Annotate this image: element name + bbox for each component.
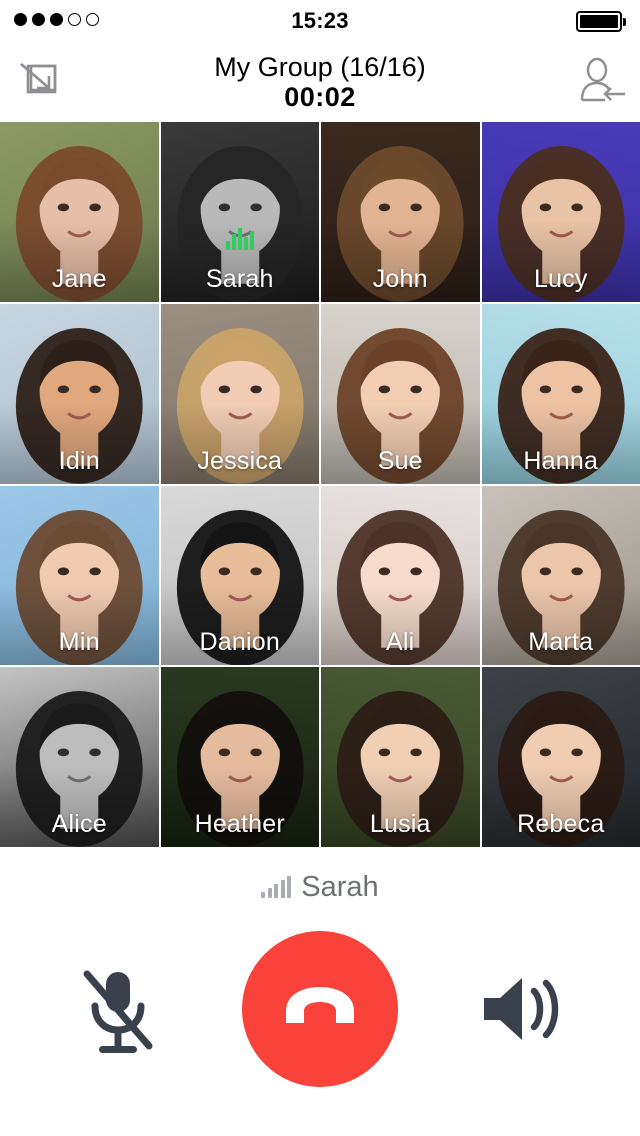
active-speaker-indicator: Sarah <box>0 847 640 909</box>
speaker-on-icon <box>484 978 559 1040</box>
participant-tile[interactable]: Lusia <box>321 667 480 847</box>
participant-name: Lucy <box>533 264 588 293</box>
participant-tile[interactable]: Idin <box>0 303 159 484</box>
participant-name: Marta <box>528 628 594 657</box>
participant-name: Danion <box>199 628 280 657</box>
participant-name: Heather <box>194 810 285 838</box>
participant-tile[interactable]: Marta <box>481 485 640 666</box>
end-call-button[interactable] <box>242 931 398 1087</box>
participant-tile[interactable]: Heather <box>160 667 319 847</box>
group-name: My Group (16/16) <box>214 51 426 82</box>
call-controls-bar: Sarah <box>0 847 640 1136</box>
call-duration: 00:02 <box>284 82 356 112</box>
participant-name: Sue <box>377 446 423 475</box>
participant-tile[interactable]: Sarah <box>160 122 319 302</box>
active-speaker-name: Sarah <box>301 870 379 903</box>
hang-up-icon <box>286 987 354 1023</box>
speaker-button[interactable] <box>462 949 582 1069</box>
add-participant-button[interactable] <box>570 51 632 113</box>
participant-tile[interactable]: Sue <box>321 303 480 484</box>
participant-name: Hanna <box>523 446 599 475</box>
participant-name: Idin <box>58 446 100 475</box>
participant-tile[interactable]: John <box>321 122 480 302</box>
participant-tile[interactable]: Lucy <box>481 122 640 302</box>
battery-icon <box>575 11 626 32</box>
participant-name: Alice <box>51 810 107 838</box>
participant-name: Lusia <box>369 810 431 838</box>
group-call-screen: 15:23 My Group (16/16) 00:02 Jane Sarah … <box>0 0 640 1136</box>
minimize-icon <box>20 63 57 94</box>
participant-name: Min <box>58 628 100 657</box>
participant-tile[interactable]: Hanna <box>481 303 640 484</box>
call-header: My Group (16/16) 00:02 <box>0 42 640 122</box>
participant-tile[interactable]: Min <box>0 485 159 666</box>
call-title-block: My Group (16/16) 00:02 <box>214 52 426 112</box>
microphone-muted-icon <box>83 970 153 1053</box>
add-participant-icon <box>580 57 625 102</box>
participant-tile[interactable]: Ali <box>321 485 480 666</box>
participant-name: Rebeca <box>517 810 605 838</box>
participant-grid: Jane Sarah John Lucy Idin Jessica Sue Hanna Min D… <box>0 122 640 847</box>
participant-name: John <box>372 264 428 293</box>
mute-button[interactable] <box>58 949 178 1069</box>
participant-tile[interactable]: Alice <box>0 667 159 847</box>
audio-level-icon <box>261 876 292 898</box>
participant-tile[interactable]: Rebeca <box>481 667 640 847</box>
call-control-buttons <box>0 909 640 1109</box>
participant-tile[interactable]: Jessica <box>160 303 319 484</box>
participant-name: Sarah <box>205 264 274 293</box>
participant-name: Jessica <box>197 446 283 475</box>
participant-tile[interactable]: Danion <box>160 485 319 666</box>
status-bar-clock: 15:23 <box>291 8 349 33</box>
speaking-indicator-icon <box>225 226 254 250</box>
participant-name: Ali <box>386 628 415 657</box>
participant-name: Jane <box>51 264 107 293</box>
participant-tile[interactable]: Jane <box>0 122 159 302</box>
signal-strength-icon <box>14 13 99 26</box>
minimize-button[interactable] <box>8 51 70 113</box>
status-bar: 15:23 <box>0 0 640 42</box>
